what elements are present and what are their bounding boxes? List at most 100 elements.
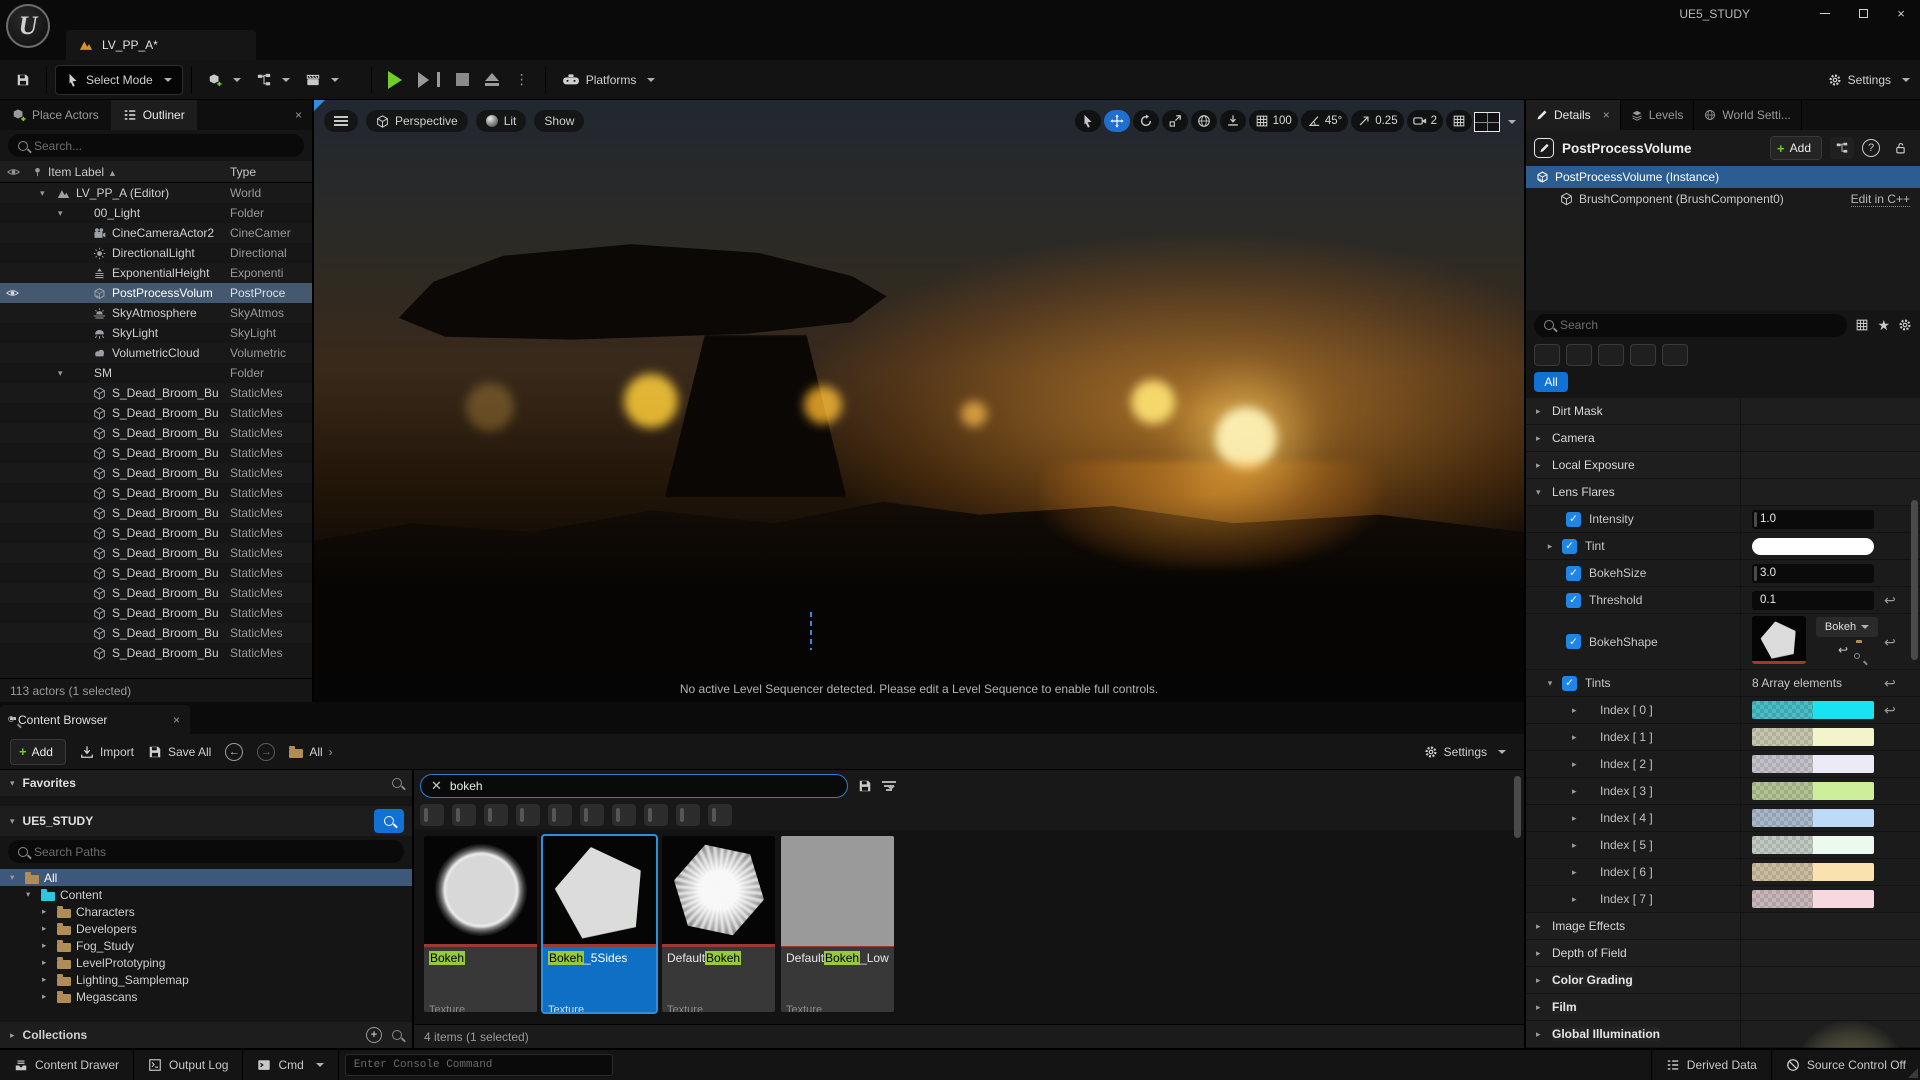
revert-icon[interactable]: ↩ <box>1884 675 1896 692</box>
outliner-row[interactable]: ExponentialHeight Exponenti <box>0 263 312 283</box>
tint-color-swatch[interactable] <box>1752 701 1874 719</box>
expander-icon[interactable] <box>1536 406 1548 417</box>
tint-color-swatch[interactable] <box>1752 755 1874 773</box>
expander-icon[interactable]: ▸ <box>1572 813 1584 824</box>
expander-icon[interactable] <box>1536 460 1548 471</box>
tint-array-element[interactable]: ▸ Index [ 3 ] ↩ <box>1526 778 1920 805</box>
expander-icon[interactable]: ▾ <box>40 188 51 199</box>
expander-icon[interactable]: ▸ <box>1572 732 1584 743</box>
tint-array-element[interactable]: ▸ Index [ 4 ] ↩ <box>1526 805 1920 832</box>
derived-data-button[interactable]: Derived Data <box>1651 1050 1771 1080</box>
visibility-column-icon[interactable] <box>0 164 26 179</box>
tint-array-element[interactable]: ▸ Index [ 2 ] ↩ <box>1526 751 1920 778</box>
content-drawer-button[interactable]: Content Drawer <box>0 1050 134 1080</box>
asset-grid-scrollbar[interactable] <box>1514 776 1521 838</box>
filter-chip[interactable] <box>516 804 540 826</box>
save-button[interactable] <box>8 66 38 94</box>
close-icon[interactable]: × <box>1603 108 1610 122</box>
expander-icon[interactable]: ▸ <box>42 940 52 951</box>
tint-array-element[interactable]: ▸ Index [ 1 ] ↩ <box>1526 724 1920 751</box>
eye-icon[interactable] <box>6 286 22 301</box>
tab-details[interactable]: Details × <box>1526 100 1621 130</box>
tab-world-settings[interactable]: World Setti... <box>1694 100 1801 130</box>
content-browser-tab[interactable]: Content Browser × <box>0 705 190 734</box>
outliner-row[interactable]: S_Dead_Broom_Bu StaticMes <box>0 483 312 503</box>
expander-icon[interactable]: ▾ <box>58 368 69 379</box>
breadcrumb-path[interactable]: All <box>309 745 322 759</box>
rotate-tool-button[interactable] <box>1133 110 1159 132</box>
checkbox[interactable]: ✓ <box>1566 512 1581 527</box>
property-row-tint[interactable]: ▸ ✓ Tint <box>1526 533 1920 560</box>
details-section-header[interactable]: Global Illumination <box>1526 1021 1920 1048</box>
filter-chip[interactable] <box>676 804 700 826</box>
expander-icon[interactable]: ▸ <box>42 923 52 934</box>
bokeh-shape-thumbnail[interactable] <box>1752 616 1806 664</box>
outliner-row[interactable]: S_Dead_Broom_Bu StaticMes <box>0 583 312 603</box>
tint-color-swatch[interactable] <box>1752 728 1874 746</box>
help-icon[interactable]: ? <box>1862 139 1880 157</box>
world-local-toggle[interactable] <box>1191 110 1217 132</box>
filter-chip[interactable] <box>580 804 604 826</box>
expander-icon[interactable]: ▸ <box>1572 840 1584 851</box>
outliner-row[interactable]: S_Dead_Broom_Bu StaticMes <box>0 643 312 663</box>
rotation-snap-value[interactable]: 45° <box>1325 115 1342 127</box>
viewport-layout-selector[interactable] <box>1474 112 1516 132</box>
use-selected-asset-icon[interactable]: ↩ <box>1838 643 1848 657</box>
menu-item[interactable] <box>70 12 78 16</box>
outliner-row[interactable]: S_Dead_Broom_Bu StaticMes <box>0 423 312 443</box>
display-matrix-icon[interactable] <box>1855 318 1869 332</box>
revert-icon[interactable]: ↩ <box>1884 702 1896 719</box>
all-filter-button[interactable]: All <box>1534 372 1568 392</box>
outliner-row[interactable]: DirectionalLight Directional <box>0 243 312 263</box>
filter-icon[interactable] <box>882 781 896 791</box>
breadcrumb[interactable]: All › <box>289 745 332 759</box>
checkbox[interactable]: ✓ <box>1566 634 1581 649</box>
expander-icon[interactable]: ▾ <box>10 872 20 883</box>
filter-chip[interactable] <box>548 804 572 826</box>
show-dropdown[interactable]: Show <box>534 110 584 132</box>
details-section-header[interactable]: Film <box>1526 994 1920 1021</box>
details-scrollbar[interactable] <box>1911 500 1918 660</box>
lens-flares-section-header[interactable]: Lens Flares <box>1526 479 1920 506</box>
folder-tree-item[interactable]: ▾ All <box>0 869 412 886</box>
outliner-row[interactable]: S_Dead_Broom_Bu StaticMes <box>0 623 312 643</box>
console-command-input[interactable]: Enter Console Command <box>345 1054 613 1076</box>
category-chip[interactable] <box>1630 344 1656 366</box>
outliner-row[interactable]: ▾ LV_PP_A (Editor) World <box>0 183 312 203</box>
close-icon[interactable]: × <box>285 100 312 130</box>
add-collection-icon[interactable]: + <box>366 1027 382 1043</box>
filter-chip[interactable] <box>708 804 732 826</box>
play-options-button[interactable]: ⋮ <box>507 66 537 94</box>
view-mode-dropdown[interactable]: Lit <box>476 110 527 132</box>
menu-item[interactable] <box>146 12 154 16</box>
add-button[interactable]: +Add <box>10 739 66 765</box>
expander-icon[interactable] <box>1536 975 1548 986</box>
camera-speed-value[interactable]: 2 <box>1431 115 1437 127</box>
camera-speed-button[interactable]: 2 <box>1407 110 1443 132</box>
edit-in-cpp-link[interactable]: Edit in C++ <box>1851 192 1910 207</box>
tint-array-element[interactable]: ▸ Index [ 0 ] ↩ <box>1526 697 1920 724</box>
asset-tile[interactable]: Bokeh_5Sides Texture <box>543 836 656 1012</box>
component-root-row[interactable]: PostProcessVolume (Instance) <box>1526 166 1920 188</box>
level-tab[interactable]: LV_PP_A* <box>66 30 256 60</box>
asset-search-input[interactable]: ✕ <box>420 774 848 798</box>
details-section-header[interactable]: Local Exposure <box>1526 452 1920 479</box>
maximize-viewport-button[interactable] <box>1446 110 1472 132</box>
favorites-star-icon[interactable]: ★ <box>1877 317 1890 334</box>
scale-snap-value[interactable]: 0.25 <box>1375 115 1397 127</box>
outliner-row[interactable]: SkyAtmosphere SkyAtmos <box>0 303 312 323</box>
close-icon[interactable]: × <box>173 713 180 727</box>
folder-tree-item[interactable]: ▸ LevelPrototyping <box>0 954 412 971</box>
menu-item[interactable] <box>184 12 192 16</box>
expander-icon[interactable]: ▾ <box>10 778 15 789</box>
content-browser-settings-button[interactable]: Settings <box>1424 745 1506 759</box>
checkbox[interactable]: ✓ <box>1562 539 1577 554</box>
tint-color-swatch[interactable] <box>1752 890 1874 908</box>
level-viewport[interactable]: Perspective Lit Show 100 45° 0.25 2 No a… <box>314 100 1524 702</box>
category-chip[interactable] <box>1598 344 1624 366</box>
maximize-button[interactable] <box>1844 0 1882 27</box>
outliner-search-input[interactable]: Search... <box>8 134 304 157</box>
tab-outliner[interactable]: Outliner <box>111 100 197 130</box>
revert-icon[interactable]: ↩ <box>1884 634 1896 651</box>
tints-array-header[interactable]: ▾ ✓ Tints 8 Array elements ↩ <box>1526 670 1920 697</box>
